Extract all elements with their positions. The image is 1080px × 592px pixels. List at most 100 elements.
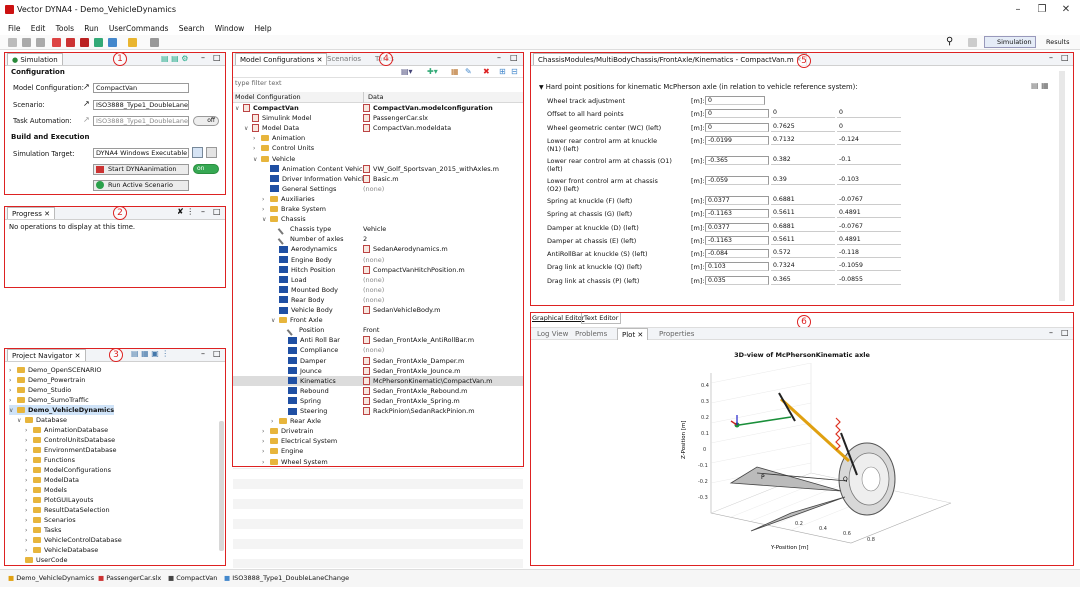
hard-point-value-field[interactable]: 0.39 <box>771 175 835 185</box>
hard-point-value-field[interactable]: -0.059 <box>705 175 769 185</box>
delete-icon[interactable]: ✖ <box>483 67 490 76</box>
model-config-row[interactable]: ∨ Vehicle <box>233 154 523 164</box>
minimize-panel-icon[interactable]: – <box>201 349 205 358</box>
model-config-row-data[interactable]: (none) <box>363 346 384 354</box>
hard-point-value-field[interactable]: 0.6881 <box>771 195 835 205</box>
hard-point-value-field[interactable]: 0.035 <box>705 275 769 285</box>
model-config-row[interactable]: General Settings (none) <box>233 184 523 194</box>
minimize-panel-icon[interactable]: – <box>201 53 205 62</box>
hard-point-value-field[interactable]: 0.572 <box>771 249 835 259</box>
model-config-row-data[interactable]: Vehicle <box>363 225 386 233</box>
maximize-panel-icon[interactable]: □ <box>213 349 221 358</box>
download-icon[interactable] <box>206 147 217 158</box>
model-config-row[interactable]: Aerodynamics SedanAerodynamics.m <box>233 244 523 254</box>
navigator-item[interactable]: ∨ Demo_VehicleDynamics <box>9 405 115 415</box>
model-config-row-data[interactable]: CompactVan.modelconfiguration <box>373 104 493 112</box>
status-scenario[interactable]: ■ ISO3888_Type1_DoubleLaneChange <box>224 572 349 584</box>
tab-properties[interactable]: Properties <box>655 328 698 340</box>
navigator-item[interactable]: › ResultDataSelection <box>25 505 110 515</box>
hard-point-value-field[interactable]: -0.0199 <box>705 135 769 145</box>
hard-point-value-field[interactable]: -0.118 <box>837 249 901 259</box>
settings-icon[interactable] <box>108 38 117 47</box>
hard-point-value-field[interactable]: 0 <box>837 122 901 132</box>
tab-project-navigator[interactable]: Project Navigator ✕ <box>7 349 86 361</box>
navigator-item[interactable]: › Scenarios <box>25 515 76 525</box>
model-config-row-data[interactable]: VW_Golf_Sportsvan_2015_withAxles.m <box>373 165 499 173</box>
menu-file[interactable]: File <box>8 22 21 35</box>
model-config-row-data[interactable]: (none) <box>363 296 384 304</box>
model-config-row[interactable]: Rebound Sedan_FrontAxle_Rebound.m <box>233 386 523 396</box>
hard-point-value-field[interactable]: -0.0767 <box>837 195 901 205</box>
navigator-scrollbar[interactable] <box>219 421 224 551</box>
model-config-row[interactable]: Damper Sedan_FrontAxle_Damper.m <box>233 356 523 366</box>
model-config-row[interactable]: › Rear Axle <box>233 416 523 426</box>
animation-toggle[interactable]: on <box>193 164 219 174</box>
navigator-item[interactable]: › EnvironmentDatabase <box>25 445 117 455</box>
run-icon[interactable] <box>66 38 75 47</box>
status-model-config[interactable]: ■ CompactVan <box>168 572 217 584</box>
run-active-scenario-button[interactable]: Run Active Scenario <box>93 180 189 191</box>
hard-point-value-field[interactable]: 0.5611 <box>771 209 835 219</box>
model-config-row[interactable]: ∨ CompactVan CompactVan.modelconfiguration <box>233 103 523 113</box>
model-config-row-data[interactable]: Sedan_FrontAxle_AntiRollBar.m <box>373 336 474 344</box>
model-config-row[interactable]: Number of axles 2 <box>233 234 523 245</box>
hard-point-value-field[interactable]: -0.1059 <box>837 262 901 272</box>
hard-point-value-field[interactable]: 0.0377 <box>705 222 769 232</box>
add-icon[interactable]: ✚▾ <box>427 67 438 76</box>
save-all-icon[interactable] <box>36 38 45 47</box>
hard-point-value-field[interactable]: -0.084 <box>705 249 769 259</box>
tab-text-editor[interactable]: Text Editor <box>581 313 622 324</box>
new-config-icon[interactable]: ▤▾ <box>401 67 413 76</box>
navigator-item[interactable]: › ModelConfigurations <box>25 465 111 475</box>
tab-scenarios[interactable]: Scenarios <box>323 53 365 65</box>
hard-point-value-field[interactable]: 0.7324 <box>771 262 835 272</box>
editor-scrollbar[interactable] <box>1059 71 1065 301</box>
model-config-row-data[interactable]: CompactVanHitchPosition.m <box>373 266 465 274</box>
navigator-item[interactable]: › Tasks <box>25 525 61 535</box>
maximize-panel-icon[interactable]: □ <box>213 53 221 62</box>
model-config-row-data[interactable]: 2 <box>363 235 367 243</box>
hard-point-value-field[interactable]: 0 <box>837 109 901 119</box>
navigator-item[interactable]: › Demo_Studio <box>9 385 71 395</box>
model-config-row-data[interactable]: Basic.m <box>373 175 399 183</box>
model-config-row[interactable]: Animation Content Vehicle VW_Golf_Sportsv… <box>233 164 523 174</box>
model-config-row-data[interactable]: Front <box>363 326 379 334</box>
section-toolbar-icons[interactable]: ▤ ▦ <box>1031 81 1049 90</box>
navigator-item[interactable]: › PlotGUILayouts <box>25 495 93 505</box>
menu-usercommands[interactable]: UserCommands <box>109 22 169 35</box>
model-config-row[interactable]: › Engine <box>233 446 523 456</box>
menu-tools[interactable]: Tools <box>56 22 74 35</box>
menu-run[interactable]: Run <box>84 22 98 35</box>
navigator-item[interactable]: › ModelData <box>25 475 79 485</box>
new-icon[interactable] <box>8 38 17 47</box>
model-config-row-data[interactable]: RackPinion\SedanRackPinion.m <box>373 407 475 415</box>
hard-point-value-field[interactable]: -0.0855 <box>837 275 901 285</box>
model-config-row[interactable]: Compliance (none) <box>233 345 523 355</box>
model-config-row-data[interactable]: McPhersonKinematic\CompactVan.m <box>373 377 493 385</box>
hard-point-value-field[interactable]: 0 <box>705 96 765 105</box>
model-config-row[interactable]: ∨ Front Axle <box>233 315 523 325</box>
perspective-results[interactable]: Results <box>1036 36 1069 48</box>
hard-points-section[interactable]: ▼ Hard point positions for kinematic McP… <box>539 83 858 91</box>
hard-point-value-field[interactable]: 0.365 <box>771 275 835 285</box>
tab-simulation[interactable]: ● Simulation <box>7 53 63 65</box>
model-config-row-data[interactable]: PassengerCar.slx <box>373 114 428 122</box>
task-automation-toggle[interactable]: off <box>193 116 219 126</box>
model-config-row-data[interactable]: Sedan_FrontAxle_Jounce.m <box>373 367 461 375</box>
hard-point-value-field[interactable]: -0.0767 <box>837 222 901 232</box>
hard-point-value-field[interactable]: -0.1163 <box>705 235 769 245</box>
task-automation-field[interactable]: ISO3888_Type1_DoubleLaneCh <box>93 116 189 126</box>
hard-point-value-field[interactable]: -0.124 <box>837 135 901 145</box>
menu-help[interactable]: Help <box>255 22 272 35</box>
build-icon[interactable] <box>52 38 61 47</box>
model-config-row-data[interactable]: (none) <box>363 256 384 264</box>
tab-plot[interactable]: Plot ✕ <box>617 328 649 340</box>
model-config-row-data[interactable]: SedanAerodynamics.m <box>373 245 448 253</box>
simulation-target-select[interactable]: DYNA4 Windows Executable <box>93 148 189 158</box>
model-config-row[interactable]: Hitch Position CompactVanHitchPosition.m <box>233 265 523 275</box>
navigator-item[interactable]: › ControlUnitsDatabase <box>25 435 115 445</box>
search-icon[interactable]: ⚲ <box>946 36 953 47</box>
perspective-simulation[interactable]: Simulation <box>984 36 1036 48</box>
status-project[interactable]: ■ Demo_VehicleDynamics <box>8 572 94 584</box>
scenario-field[interactable]: ISO3888_Type1_DoubleLaneCh <box>93 100 189 110</box>
